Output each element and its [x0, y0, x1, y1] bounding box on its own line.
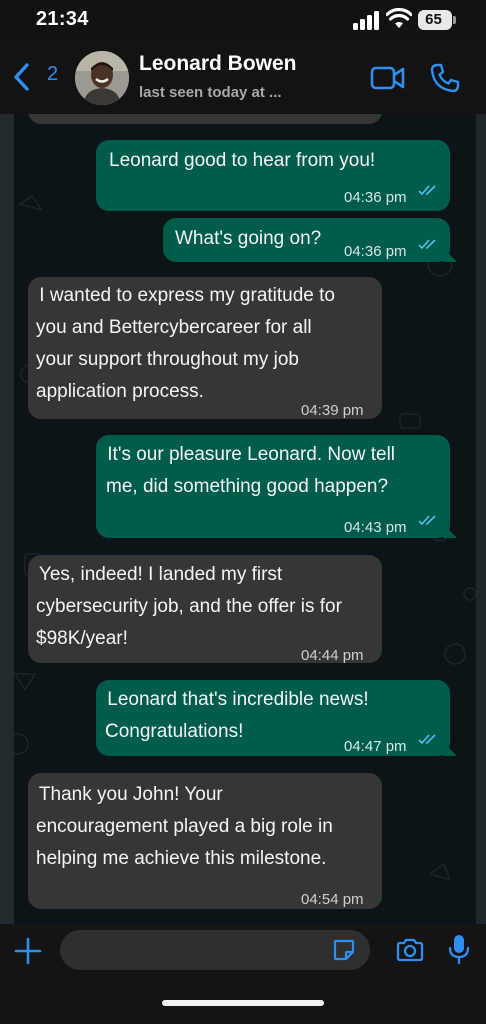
message-bubble-outgoing[interactable]: Leonard that's incredible news! Congratu…	[96, 680, 457, 756]
battery-icon: 65	[418, 10, 452, 30]
microphone-icon[interactable]	[448, 934, 470, 964]
status-bar: 21:34 65	[0, 0, 486, 40]
message-text: What's going on?	[175, 228, 322, 249]
battery-level: 65	[425, 11, 442, 28]
message-text-line: I wanted to express my gratitude to	[34, 285, 335, 306]
message-text-line: helping me achieve this milestone.	[36, 848, 327, 869]
message-text-line: your support throughout my job	[36, 349, 299, 370]
message-time: 04:44 pm	[301, 647, 364, 664]
message-time: 04:54 pm	[301, 891, 364, 908]
wifi-icon	[386, 8, 412, 28]
message-text-line: Yes, indeed! I landed my first	[34, 564, 283, 585]
chat-header: 2 Leonard Bowen last seen today at ...	[0, 40, 486, 114]
video-camera-icon[interactable]	[370, 64, 406, 92]
message-bubble-incoming[interactable]: I wanted to express my gratitude to you …	[28, 277, 382, 419]
message-text-line: Congratulations!	[105, 721, 244, 742]
message-text-line: encouragement played a big role in	[36, 816, 333, 837]
message-text-line: Leonard that's incredible news!	[102, 689, 369, 710]
home-indicator	[162, 1000, 324, 1006]
message-text-line: me, did something good happen?	[106, 476, 389, 497]
message-text-line: application process.	[36, 381, 204, 402]
read-ticks-icon	[418, 185, 436, 196]
message-bubble-incoming[interactable]: Yes, indeed! I landed my first cybersecu…	[28, 555, 382, 664]
unread-count[interactable]: 2	[47, 63, 58, 86]
cellular-signal-icon	[353, 11, 379, 30]
chat-messages[interactable]: Leonard good to hear from you! 04:36 pm …	[0, 114, 486, 924]
message-bubble-partial[interactable]	[28, 114, 382, 124]
message-text-line: Thank you John! Your	[34, 784, 223, 805]
message-time: 04:43 pm	[344, 519, 407, 536]
message-text: Leonard good to hear from you!	[109, 150, 376, 171]
read-ticks-icon	[418, 734, 436, 745]
status-time: 21:34	[36, 8, 89, 30]
battery-cap	[453, 16, 456, 24]
message-bubble-incoming[interactable]: Thank you John! Your encouragement playe…	[28, 773, 382, 909]
message-text-line: cybersecurity job, and the offer is for	[36, 596, 342, 617]
message-bubble-outgoing[interactable]: It's our pleasure Leonard. Now tell me, …	[96, 435, 457, 538]
message-text-line: you and Bettercybercareer for all	[36, 317, 312, 338]
message-input[interactable]	[60, 930, 370, 970]
plus-icon[interactable]	[14, 937, 42, 965]
message-composer	[0, 924, 486, 1024]
read-ticks-icon	[418, 239, 436, 250]
avatar[interactable]	[75, 51, 129, 105]
camera-icon[interactable]	[396, 938, 424, 962]
phone-icon[interactable]	[429, 62, 461, 94]
message-time: 04:36 pm	[344, 243, 407, 260]
message-bubble-outgoing[interactable]: Leonard good to hear from you! 04:36 pm	[96, 140, 450, 211]
message-time: 04:39 pm	[301, 402, 364, 419]
message-text-line: It's our pleasure Leonard. Now tell	[102, 444, 396, 465]
message-time: 04:36 pm	[344, 189, 407, 206]
message-text-line: $98K/year!	[36, 628, 128, 649]
read-ticks-icon	[418, 515, 436, 526]
message-bubble-outgoing[interactable]: What's going on? 04:36 pm	[163, 218, 457, 262]
sticker-icon[interactable]	[333, 939, 355, 961]
chevron-left-icon[interactable]	[12, 62, 32, 92]
contact-name[interactable]: Leonard Bowen	[139, 52, 297, 76]
message-time: 04:47 pm	[344, 738, 407, 755]
contact-last-seen: last seen today at ...	[139, 84, 282, 101]
